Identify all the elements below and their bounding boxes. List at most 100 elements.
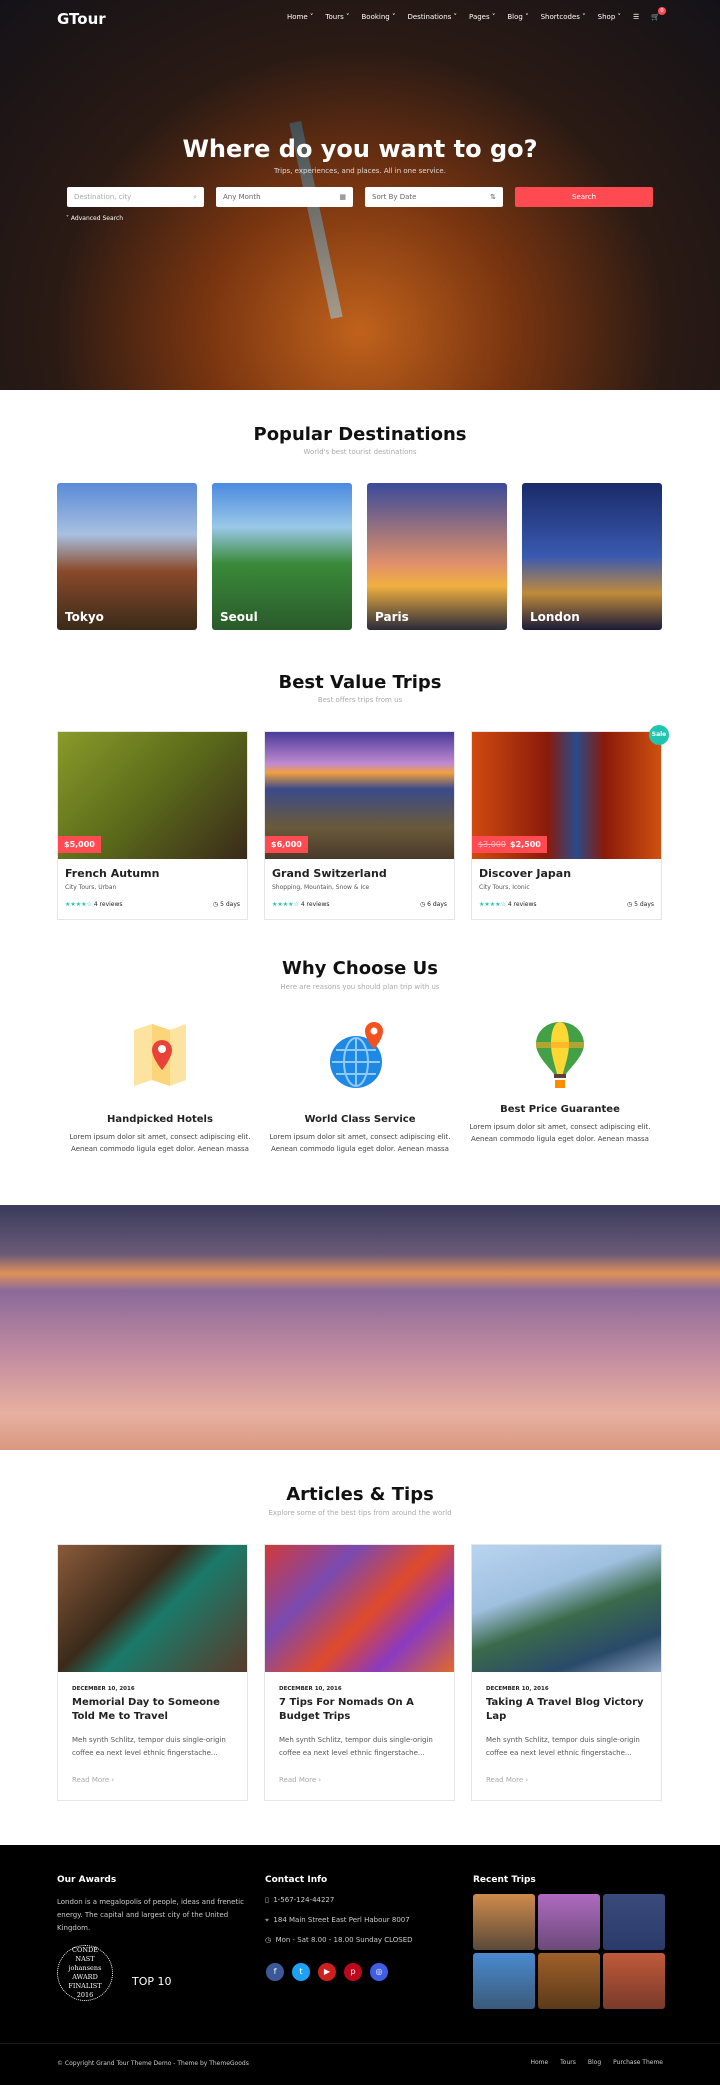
destination-card[interactable]: Seoul bbox=[212, 483, 352, 630]
globe-pin-icon bbox=[330, 1022, 383, 1088]
article-image bbox=[265, 1545, 454, 1672]
destination-input[interactable]: Destination, city ⌕ bbox=[67, 187, 204, 207]
read-more-link[interactable]: Read More › bbox=[279, 1776, 440, 1784]
destination-card[interactable]: Tokyo bbox=[57, 483, 197, 630]
advanced-search-link[interactable]: ˅ Advanced Search bbox=[66, 215, 123, 222]
read-more-link[interactable]: Read More › bbox=[72, 1776, 233, 1784]
trip-image: $5,000 bbox=[58, 732, 247, 859]
section-subtitle: World's best tourist destinations bbox=[303, 448, 417, 456]
instagram-icon[interactable]: ◎ bbox=[370, 1963, 388, 1981]
article-excerpt: Meh synth Schlitz, tempor duis single-or… bbox=[72, 1736, 226, 1757]
read-more-link[interactable]: Read More › bbox=[486, 1776, 647, 1784]
footer-links: Home Tours Blog Purchase Theme bbox=[530, 2059, 663, 2066]
article-title[interactable]: Taking A Travel Blog Victory Lap bbox=[486, 1696, 647, 1724]
nav-home[interactable]: Home ˅ bbox=[287, 13, 313, 21]
article-date: DECEMBER 10, 2016 bbox=[279, 1686, 342, 1692]
footer-heading: Recent Trips bbox=[473, 1875, 536, 1885]
destination-card[interactable]: Paris bbox=[367, 483, 507, 630]
month-select[interactable]: Any Month ▦ bbox=[216, 187, 353, 207]
footer-heading: Our Awards bbox=[57, 1875, 117, 1885]
contact-hours: ◷ Mon - Sat 8.00 - 18.00 Sunday CLOSED bbox=[265, 1936, 413, 1944]
recent-trip-thumb[interactable] bbox=[473, 1894, 535, 1950]
feature-text: Lorem ipsum dolor sit amet, consect adip… bbox=[469, 1123, 651, 1143]
trip-categories: City Tours, Iconic bbox=[479, 884, 530, 891]
contact-phone: ▯ 1-567-124-44227 bbox=[265, 1896, 335, 1904]
awards-text: London is a megalopolis of people, ideas… bbox=[57, 1898, 244, 1932]
article-title[interactable]: Memorial Day to Someone Told Me to Trave… bbox=[72, 1696, 233, 1724]
destination-card[interactable]: London bbox=[522, 483, 662, 630]
nav-blog[interactable]: Blog ˅ bbox=[507, 13, 528, 21]
sort-select[interactable]: Sort By Date ⇅ bbox=[365, 187, 503, 207]
award-logo-johansens: CONDÉ NAST johansens AWARD FINALIST 2016 bbox=[57, 1945, 113, 2001]
recent-trip-thumb[interactable] bbox=[603, 1894, 665, 1950]
footer-link-home[interactable]: Home bbox=[530, 2059, 548, 2066]
footer-link-tours[interactable]: Tours bbox=[560, 2059, 576, 2066]
recent-trip-thumb[interactable] bbox=[538, 1953, 600, 2009]
pinterest-icon[interactable]: p bbox=[344, 1963, 362, 1981]
article-title[interactable]: 7 Tips For Nomads On A Budget Trips bbox=[279, 1696, 440, 1724]
review-count: 4 reviews bbox=[300, 901, 330, 908]
nav-pages[interactable]: Pages ˅ bbox=[469, 13, 495, 21]
article-excerpt: Meh synth Schlitz, tempor duis single-or… bbox=[486, 1736, 640, 1757]
facebook-icon[interactable]: f bbox=[266, 1963, 284, 1981]
footer-link-purchase[interactable]: Purchase Theme bbox=[613, 2059, 663, 2066]
section-title: Articles & Tips bbox=[286, 1484, 434, 1505]
article-card[interactable]: DECEMBER 10, 2016 7 Tips For Nomads On A… bbox=[264, 1544, 455, 1801]
nav-destinations[interactable]: Destinations ˅ bbox=[407, 13, 457, 21]
section-title: Best Value Trips bbox=[278, 672, 442, 693]
main-nav: Home ˅ Tours ˅ Booking ˅ Destinations ˅ … bbox=[287, 7, 666, 21]
recent-trips-grid bbox=[473, 1894, 665, 2009]
duration: ◷ 5 days bbox=[626, 901, 654, 908]
footer-link-blog[interactable]: Blog bbox=[588, 2059, 601, 2066]
contact-address: ⌖ 184 Main Street East Perl Habour 8007 bbox=[265, 1916, 410, 1924]
feature-title: Handpicked Hotels bbox=[107, 1114, 213, 1125]
trip-card[interactable]: $3,000 $2,500 Discover Japan City Tours, … bbox=[471, 731, 662, 920]
trip-card[interactable]: $5,000 French Autumn City Tours, Urban ★… bbox=[57, 731, 248, 920]
copyright: © Copyright Grand Tour Theme Demo - Them… bbox=[57, 2060, 249, 2067]
trip-title[interactable]: Discover Japan bbox=[479, 867, 654, 880]
section-title: Why Choose Us bbox=[282, 958, 438, 979]
price-tag: $6,000 bbox=[265, 836, 308, 853]
nav-tours[interactable]: Tours ˅ bbox=[325, 13, 349, 21]
trip-title[interactable]: Grand Switzerland bbox=[272, 867, 447, 880]
review-count: 4 reviews bbox=[93, 901, 123, 908]
article-date: DECEMBER 10, 2016 bbox=[72, 1686, 135, 1692]
price-tag: $5,000 bbox=[58, 836, 101, 853]
cart-badge: 0 bbox=[658, 7, 666, 15]
logo[interactable]: GTour bbox=[57, 10, 106, 28]
trip-card[interactable]: $6,000 Grand Switzerland Shopping, Mount… bbox=[264, 731, 455, 920]
nav-booking[interactable]: Booking ˅ bbox=[362, 13, 396, 21]
duration: ◷ 6 days bbox=[419, 901, 447, 908]
section-subtitle: Explore some of the best tips from aroun… bbox=[268, 1509, 452, 1517]
article-card[interactable]: DECEMBER 10, 2016 Taking A Travel Blog V… bbox=[471, 1544, 662, 1801]
youtube-icon[interactable]: ▶ bbox=[318, 1963, 336, 1981]
trip-categories: City Tours, Urban bbox=[65, 884, 117, 891]
cart-icon[interactable]: 🛒 0 bbox=[651, 7, 666, 21]
feature-title: World Class Service bbox=[304, 1114, 416, 1125]
recent-trip-thumb[interactable] bbox=[603, 1953, 665, 2009]
menu-icon[interactable]: ☰ bbox=[633, 13, 639, 21]
trip-title[interactable]: French Autumn bbox=[65, 867, 240, 880]
footer-heading: Contact Info bbox=[265, 1875, 328, 1885]
feature-text: Lorem ipsum dolor sit amet, consect adip… bbox=[269, 1133, 451, 1153]
parallax-snow-image bbox=[0, 1205, 720, 1450]
rating-stars: ★★★★☆ bbox=[272, 901, 299, 908]
section-subtitle: Best offers trips from us bbox=[317, 696, 403, 704]
map-pin-icon bbox=[134, 1024, 186, 1086]
social-links: f t ▶ p ◎ bbox=[266, 1959, 396, 1981]
nav-shop[interactable]: Shop ˅ bbox=[598, 13, 621, 21]
feature-item: Handpicked Hotels Lorem ipsum dolor sit … bbox=[60, 1020, 260, 1155]
hero-subtitle: Trips, experiences, and places. All in o… bbox=[274, 167, 446, 175]
recent-trip-thumb[interactable] bbox=[538, 1894, 600, 1950]
article-card[interactable]: DECEMBER 10, 2016 Memorial Day to Someon… bbox=[57, 1544, 248, 1801]
article-image bbox=[472, 1545, 661, 1672]
price-tag: $3,000 $2,500 bbox=[472, 836, 547, 853]
feature-title: Best Price Guarantee bbox=[500, 1104, 620, 1115]
rating-stars: ★★★★☆ bbox=[479, 901, 506, 908]
recent-trip-thumb[interactable] bbox=[473, 1953, 535, 2009]
trip-categories: Shopping, Mountain, Snow & Ice bbox=[272, 884, 370, 891]
search-button[interactable]: Search bbox=[515, 187, 653, 207]
section-subtitle: Here are reasons you should plan trip wi… bbox=[280, 983, 440, 991]
twitter-icon[interactable]: t bbox=[292, 1963, 310, 1981]
nav-shortcodes[interactable]: Shortcodes ˅ bbox=[541, 13, 586, 21]
